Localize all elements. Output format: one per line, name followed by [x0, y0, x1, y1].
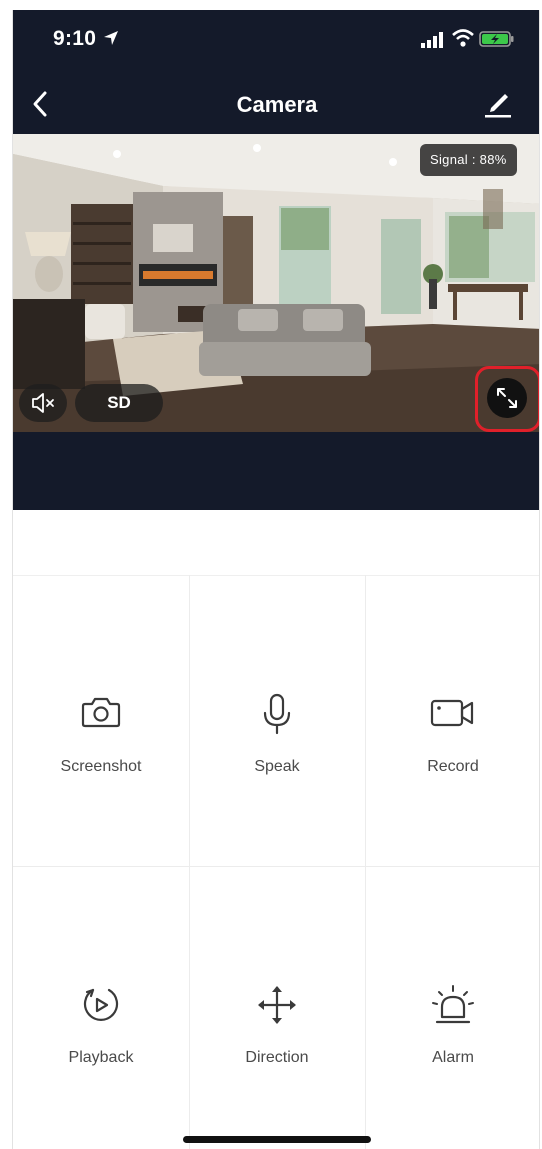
fullscreen-button[interactable] [487, 378, 527, 418]
video-quality-button[interactable]: SD [75, 384, 163, 422]
video-camera-icon [430, 699, 474, 727]
direction-control[interactable]: Direction [189, 867, 365, 1149]
speak-control[interactable]: Speak [189, 576, 365, 863]
cellular-signal-icon [421, 32, 443, 48]
phone-screen: 9:10 Camera Signal: 88% SD Screenshot S… [12, 10, 540, 1149]
home-indicator[interactable] [183, 1136, 371, 1143]
camera-icon [81, 697, 121, 728]
fullscreen-expand-icon [497, 388, 517, 408]
playback-control[interactable]: Playback [13, 867, 189, 1149]
playback-icon [83, 988, 119, 1021]
alarm-siren-icon [432, 985, 474, 1024]
signal-strength-badge: Signal : 88% [420, 144, 517, 176]
page-title: Camera [236, 92, 318, 117]
record-control[interactable]: Record [365, 576, 539, 863]
edit-pencil-icon[interactable] [483, 88, 513, 118]
location-arrow-icon [104, 31, 118, 45]
grid-divider [365, 575, 366, 1149]
status-time: 9:10 [53, 27, 97, 50]
grid-divider [13, 866, 539, 867]
record-label: Record [427, 758, 479, 775]
screenshot-label: Screenshot [60, 758, 142, 775]
grid-divider [189, 575, 190, 1149]
direction-label: Direction [245, 1049, 309, 1066]
camera-video-feed[interactable]: Signal : 88% SD [13, 134, 539, 432]
wifi-icon [452, 29, 474, 47]
microphone-icon [263, 693, 291, 735]
speak-label: Speak [254, 758, 300, 775]
playback-label: Playback [68, 1049, 134, 1066]
move-arrows-icon [258, 986, 296, 1024]
controls-grid: Screenshot Speak Record Playback Directi… [13, 575, 539, 1149]
battery-charging-icon [479, 31, 514, 47]
nav-bar: Camera [13, 74, 539, 132]
alarm-control[interactable]: Alarm [365, 867, 539, 1149]
status-bar: 9:10 [13, 10, 539, 68]
alarm-label: Alarm [432, 1049, 474, 1066]
screenshot-control[interactable]: Screenshot [13, 576, 189, 863]
mute-button[interactable] [19, 384, 67, 422]
speaker-muted-icon [32, 393, 54, 413]
